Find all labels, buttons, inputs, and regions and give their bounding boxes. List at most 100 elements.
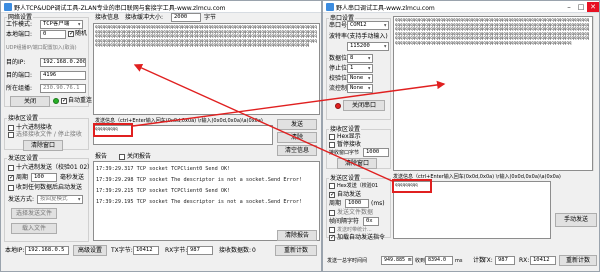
pause-recv-label: 暂停接收 bbox=[337, 141, 362, 148]
random-port-checkbox[interactable] bbox=[68, 30, 74, 38]
serial-rx-label: RX: bbox=[519, 257, 530, 264]
load-file-button[interactable]: 载入文件 bbox=[11, 223, 57, 234]
net-settings-title: 网络设置 bbox=[7, 14, 34, 21]
period-input[interactable]: 1000 bbox=[345, 199, 369, 208]
add-cmd-checkbox[interactable] bbox=[329, 234, 335, 242]
recv-textarea[interactable]: qqqqqqqqqqqqqqqqqqqqqqqqqqqqqqqqqqqqqqqq… bbox=[93, 23, 320, 115]
target-ip-label: 目的IP: bbox=[6, 59, 26, 66]
stop-bits-select[interactable]: 1 bbox=[347, 64, 373, 73]
auto-send-checkbox[interactable] bbox=[329, 191, 335, 199]
right-send-highlight bbox=[392, 179, 432, 193]
mode-label: 工作模式: bbox=[6, 21, 33, 28]
recv-file-label: 选择接收文件 / 停止接收 bbox=[16, 131, 82, 138]
rx-count-label: 接收数据数: bbox=[219, 247, 252, 254]
recv-cache-label: 接收缓冲大小: bbox=[125, 14, 164, 21]
local-port-label: 本地端口: bbox=[6, 31, 33, 38]
send-file-checkbox[interactable] bbox=[329, 210, 335, 216]
target-ip-input[interactable]: 192.168.0.200 bbox=[40, 58, 86, 67]
manual-send-button[interactable]: 手动发送 bbox=[555, 213, 597, 227]
recv-cache-input[interactable]: 2000 bbox=[171, 13, 201, 22]
send-mode-select[interactable]: 按回复模式 bbox=[37, 195, 83, 204]
random-port-label: 随机 bbox=[75, 30, 88, 37]
frame-interval-input[interactable]: 0x bbox=[363, 217, 379, 226]
serial-send-title: 发送区设置 bbox=[329, 175, 362, 182]
flow-select[interactable]: None bbox=[347, 84, 373, 93]
recv-settings-title: 接收区设置 bbox=[7, 115, 40, 122]
send-mode-label: 发送方式: bbox=[8, 196, 35, 203]
data-bits-select[interactable]: 8 bbox=[347, 54, 373, 63]
minimize-icon[interactable]: – bbox=[563, 2, 575, 12]
hex-send-label: 十六进制发送（校验01 02） bbox=[16, 164, 94, 171]
close-report-checkbox[interactable] bbox=[119, 154, 125, 160]
close-connection-button[interactable]: 关闭 bbox=[10, 96, 50, 107]
recv-time-unit: ms bbox=[455, 258, 463, 264]
send-button[interactable]: 发送 bbox=[277, 119, 317, 130]
timer-send-checkbox[interactable] bbox=[8, 174, 14, 182]
recv-area-label: 接收信息 bbox=[95, 14, 120, 21]
close-report-label: 关闭报告 bbox=[127, 153, 152, 160]
serial-reset-button[interactable]: 重新计数 bbox=[559, 255, 597, 266]
send-stat-checkbox[interactable] bbox=[329, 227, 335, 233]
group-ip-input[interactable]: 230.90.76.1 bbox=[40, 84, 86, 93]
send-time-value: 949.885 ms bbox=[381, 256, 413, 265]
port-select[interactable]: COM12 bbox=[347, 21, 389, 30]
auto-reconnect-label: 自动重连 bbox=[68, 97, 93, 104]
echo-send-checkbox[interactable] bbox=[8, 185, 14, 191]
recv-file-checkbox[interactable] bbox=[8, 132, 14, 138]
send-settings-title: 发送区设置 bbox=[7, 155, 40, 162]
log-area: 17:39:29.317 TCP socket TCPClient0 Send … bbox=[93, 161, 320, 241]
close-port-button[interactable]: 关闭串口 bbox=[343, 100, 385, 111]
advanced-settings-button[interactable]: 高级设置 bbox=[73, 245, 107, 256]
serial-recv-textarea[interactable]: qqqqqqqqqqqqqqqqqqqqqqqqqqqqqqqqqqqqqqqq… bbox=[393, 16, 593, 171]
local-port-input[interactable]: 0 bbox=[40, 30, 66, 39]
recv-time-label: 收到 bbox=[415, 258, 426, 264]
clear-send-button[interactable]: 清除 bbox=[277, 132, 317, 143]
serial-recv-title: 接收区设置 bbox=[329, 126, 362, 133]
port-status-led bbox=[335, 103, 341, 109]
parity-label: 校验位 bbox=[329, 75, 348, 82]
baud-select[interactable]: 115200 bbox=[347, 42, 389, 51]
clear-info-button[interactable]: 清空信息 bbox=[277, 145, 317, 156]
tcp-udp-tool-window: 野人TCP&UDP调试工具-ZLAN专业的串口联网与套接字工具-www.zlmc… bbox=[0, 0, 322, 272]
log-line: 17:39:29.298 TCP socket The descriptor i… bbox=[96, 177, 303, 183]
recv-cache-unit: 字节 bbox=[204, 14, 217, 21]
rx-count-value: 0 bbox=[252, 247, 256, 254]
serial-clear-button[interactable]: 清除窗口 bbox=[337, 158, 377, 169]
target-port-label: 目的端口: bbox=[6, 72, 33, 79]
group-ip-label: 所在组播: bbox=[6, 85, 33, 92]
local-ip-label: 本地IP: bbox=[5, 247, 25, 254]
rx-bytes-value: 987 bbox=[187, 246, 213, 255]
hex-display-label: Hex显示 bbox=[337, 133, 361, 140]
target-port-input[interactable]: 4196 bbox=[40, 71, 86, 80]
serial-app-icon bbox=[326, 3, 334, 11]
timer-input[interactable]: 100 bbox=[31, 173, 57, 182]
tx-bytes-value: 10412 bbox=[133, 246, 159, 255]
rx-bytes-label: RX字节: bbox=[165, 247, 188, 254]
right-window-title: 野人串口调试工具-www.zlmcu.com bbox=[336, 5, 435, 12]
send-stat-label: 发送时带统计... bbox=[337, 227, 372, 233]
tx-bytes-label: TX字节: bbox=[111, 247, 133, 254]
serial-recv-scrollbar[interactable] bbox=[593, 16, 599, 171]
hex-recv-checkbox[interactable] bbox=[8, 125, 14, 131]
recv-window-input[interactable]: 1000 bbox=[363, 148, 389, 157]
right-titlebar: 野人串口调试工具-www.zlmcu.com – □ ✕ bbox=[323, 1, 599, 13]
hex-display-checkbox[interactable] bbox=[329, 134, 335, 140]
app-icon bbox=[4, 3, 12, 11]
hex-send-checkbox[interactable] bbox=[8, 165, 14, 171]
close-icon[interactable]: ✕ bbox=[587, 2, 599, 12]
send-file-label: 发送文件数据 bbox=[337, 209, 374, 216]
pause-recv-checkbox[interactable] bbox=[329, 142, 335, 148]
left-send-highlight bbox=[93, 123, 133, 137]
clear-report-button[interactable]: 清除报告 bbox=[277, 230, 317, 241]
hex-send-serial-checkbox[interactable] bbox=[329, 183, 335, 189]
recv-window-label: 接收窗口字节 bbox=[329, 150, 360, 156]
clear-recv-button[interactable]: 清除窗口 bbox=[23, 140, 63, 151]
select-send-file-button[interactable]: 选择发送文件 bbox=[11, 208, 57, 219]
reset-count-button[interactable]: 重新计数 bbox=[275, 245, 317, 256]
auto-send-label: 自动发送 bbox=[337, 191, 362, 198]
parity-select[interactable]: None bbox=[347, 74, 373, 83]
maximize-icon[interactable]: □ bbox=[575, 2, 587, 12]
auto-reconnect-checkbox[interactable] bbox=[61, 97, 67, 105]
stop-bits-label: 停止位 bbox=[329, 65, 348, 72]
mode-select[interactable]: TCP客户端 bbox=[40, 20, 83, 29]
